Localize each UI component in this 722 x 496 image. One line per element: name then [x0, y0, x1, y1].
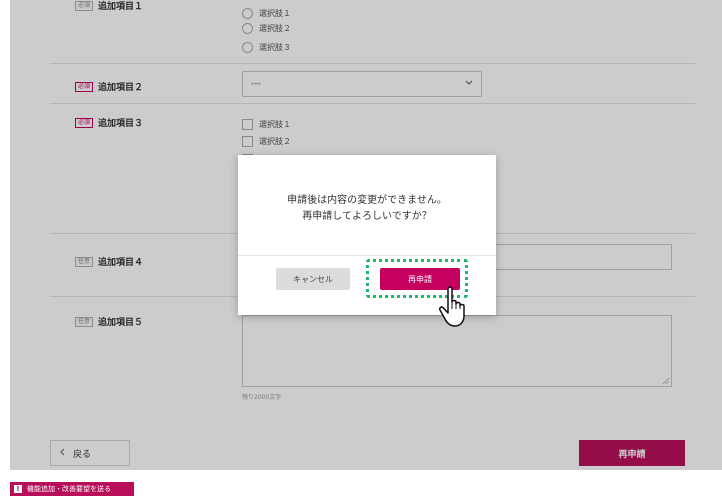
- feedback-button[interactable]: ! 機能追加・改善要望を送る: [10, 482, 134, 496]
- hand-pointer-cursor-icon: [438, 286, 465, 327]
- dialog-divider: [238, 255, 496, 256]
- feedback-label: 機能追加・改善要望を送る: [27, 485, 111, 493]
- exclamation-icon: !: [14, 485, 22, 493]
- dialog-message-line1: 申請後は内容の変更ができません。: [287, 195, 447, 206]
- cancel-button[interactable]: キャンセル: [276, 268, 350, 290]
- dialog-message: 申請後は内容の変更ができません。 再申請してよろしいですか？: [238, 193, 496, 225]
- dialog-message-line2: 再申請してよろしいですか？: [302, 211, 432, 222]
